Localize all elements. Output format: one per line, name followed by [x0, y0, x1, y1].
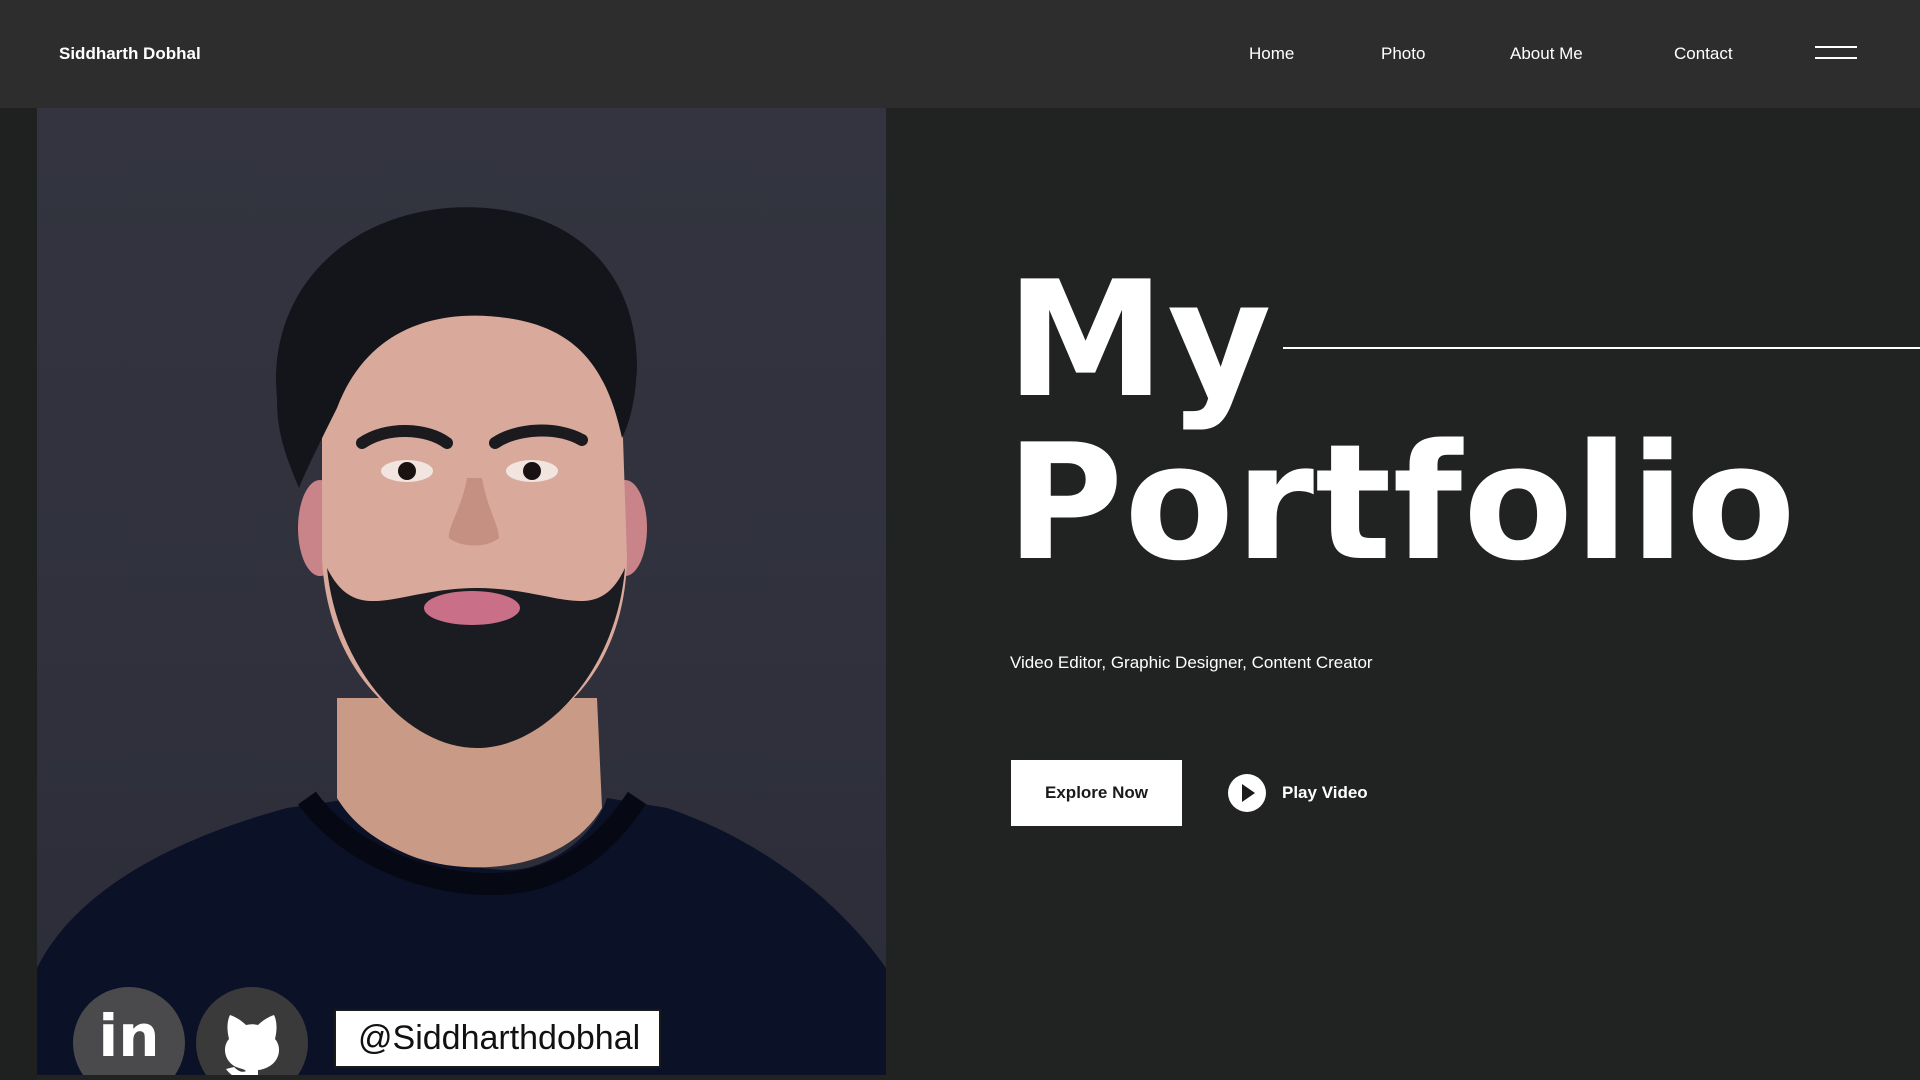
hamburger-icon[interactable] [1815, 46, 1857, 62]
linkedin-icon[interactable]: in [73, 987, 185, 1075]
nav-home[interactable]: Home [1249, 42, 1294, 66]
top-navbar: Siddharth Dobhal Home Photo About Me Con… [0, 0, 1920, 108]
left-edge-strip [0, 108, 37, 1080]
hamburger-line-bottom [1815, 57, 1857, 59]
hero-subtitle: Video Editor, Graphic Designer, Content … [1010, 653, 1373, 672]
right-pupil [523, 462, 541, 480]
play-icon[interactable] [1228, 774, 1266, 812]
portrait-illustration [37, 207, 886, 1075]
linkedin-glyph: in [98, 1002, 160, 1070]
play-video-label[interactable]: Play Video [1282, 781, 1368, 805]
github-icon[interactable] [196, 987, 308, 1075]
hero-title-line2: Portfolio [1006, 409, 1797, 596]
nav-photo[interactable]: Photo [1381, 42, 1425, 66]
brand-name[interactable]: Siddharth Dobhal [59, 42, 201, 66]
nav-contact[interactable]: Contact [1674, 42, 1733, 66]
hero-title-line1: My [1006, 246, 1274, 433]
social-handle[interactable]: @Siddharthdobhal [334, 1009, 661, 1068]
github-octocat-glyph [224, 1015, 280, 1075]
explore-now-button[interactable]: Explore Now [1011, 760, 1182, 826]
hero-divider-line [1283, 347, 1920, 349]
left-pupil [398, 462, 416, 480]
portrait-photo: in @Siddharthdobhal [37, 108, 886, 1075]
lips [424, 591, 520, 625]
hamburger-line-top [1815, 46, 1857, 48]
nav-about-me[interactable]: About Me [1510, 42, 1583, 66]
